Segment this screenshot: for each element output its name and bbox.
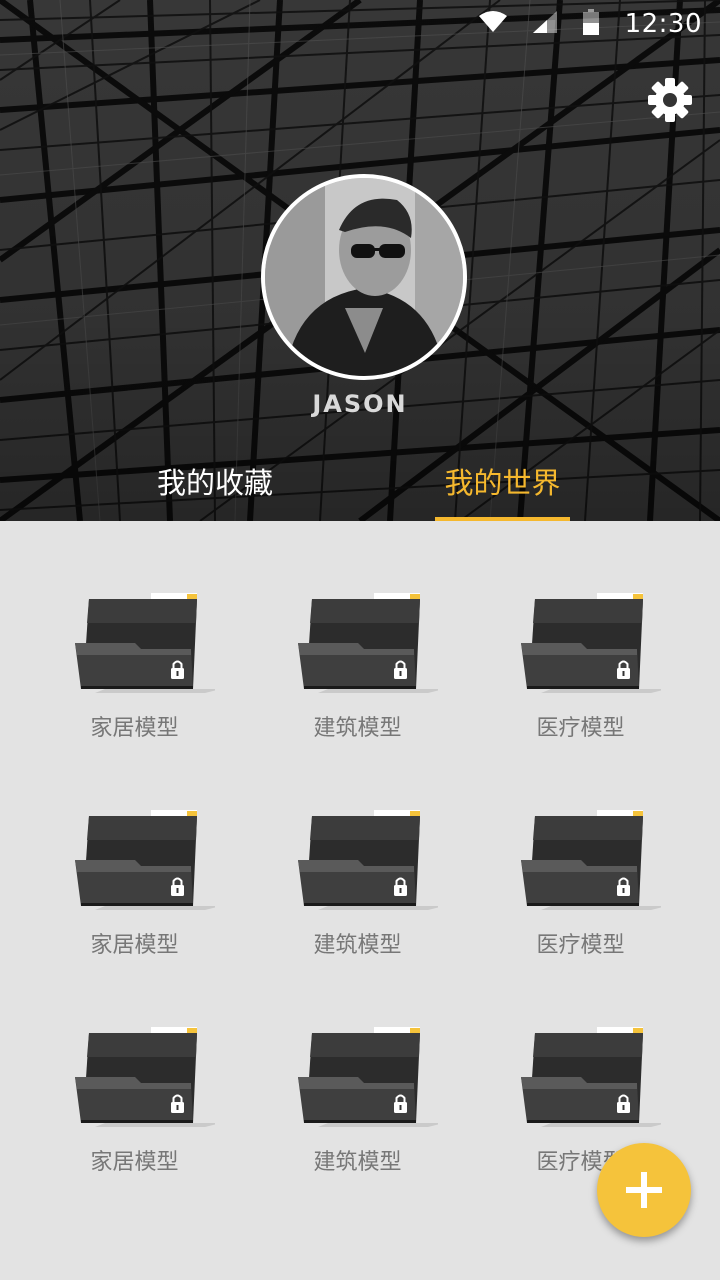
battery-icon (582, 9, 599, 39)
signal-icon (532, 11, 557, 37)
add-button[interactable] (597, 1143, 691, 1237)
folder-item[interactable]: 建筑模型 (246, 955, 469, 1175)
folder-item[interactable]: 医疗模型 (469, 955, 692, 1175)
folder-icon (521, 810, 661, 910)
folder-icon (298, 593, 438, 693)
avatar-photo (265, 178, 463, 376)
status-bar: 12:30 (0, 0, 720, 48)
folder-icon (75, 593, 215, 693)
folder-item[interactable]: 建筑模型 (246, 738, 469, 958)
wifi-icon (478, 11, 507, 37)
folder-icon (75, 1027, 215, 1127)
folder-item[interactable]: 建筑模型 (246, 521, 469, 741)
folder-icon (521, 593, 661, 693)
folder-item[interactable]: 家居模型 (23, 521, 246, 741)
folder-item[interactable]: 家居模型 (23, 955, 246, 1175)
tab-active-indicator (435, 517, 570, 521)
username: JASON (312, 390, 408, 418)
folder-icon (298, 810, 438, 910)
folder-item[interactable]: 医疗模型 (469, 521, 692, 741)
tab-my-favorites[interactable]: 我的收藏 (145, 455, 285, 521)
plus-icon (626, 1172, 662, 1208)
gear-icon[interactable] (646, 76, 694, 124)
folder-icon (298, 1027, 438, 1127)
folder-icon (521, 1027, 661, 1127)
folder-label: 家居模型 (90, 1150, 179, 1175)
folder-icon (75, 810, 215, 910)
status-time: 12:30 (624, 9, 702, 39)
tab-my-world[interactable]: 我的世界 (435, 455, 570, 521)
folder-item[interactable]: 医疗模型 (469, 738, 692, 958)
folder-label: 建筑模型 (313, 1150, 402, 1175)
avatar[interactable] (261, 174, 467, 380)
tab-bar: 我的收藏 我的世界 (0, 455, 720, 521)
folder-item[interactable]: 家居模型 (23, 738, 246, 958)
